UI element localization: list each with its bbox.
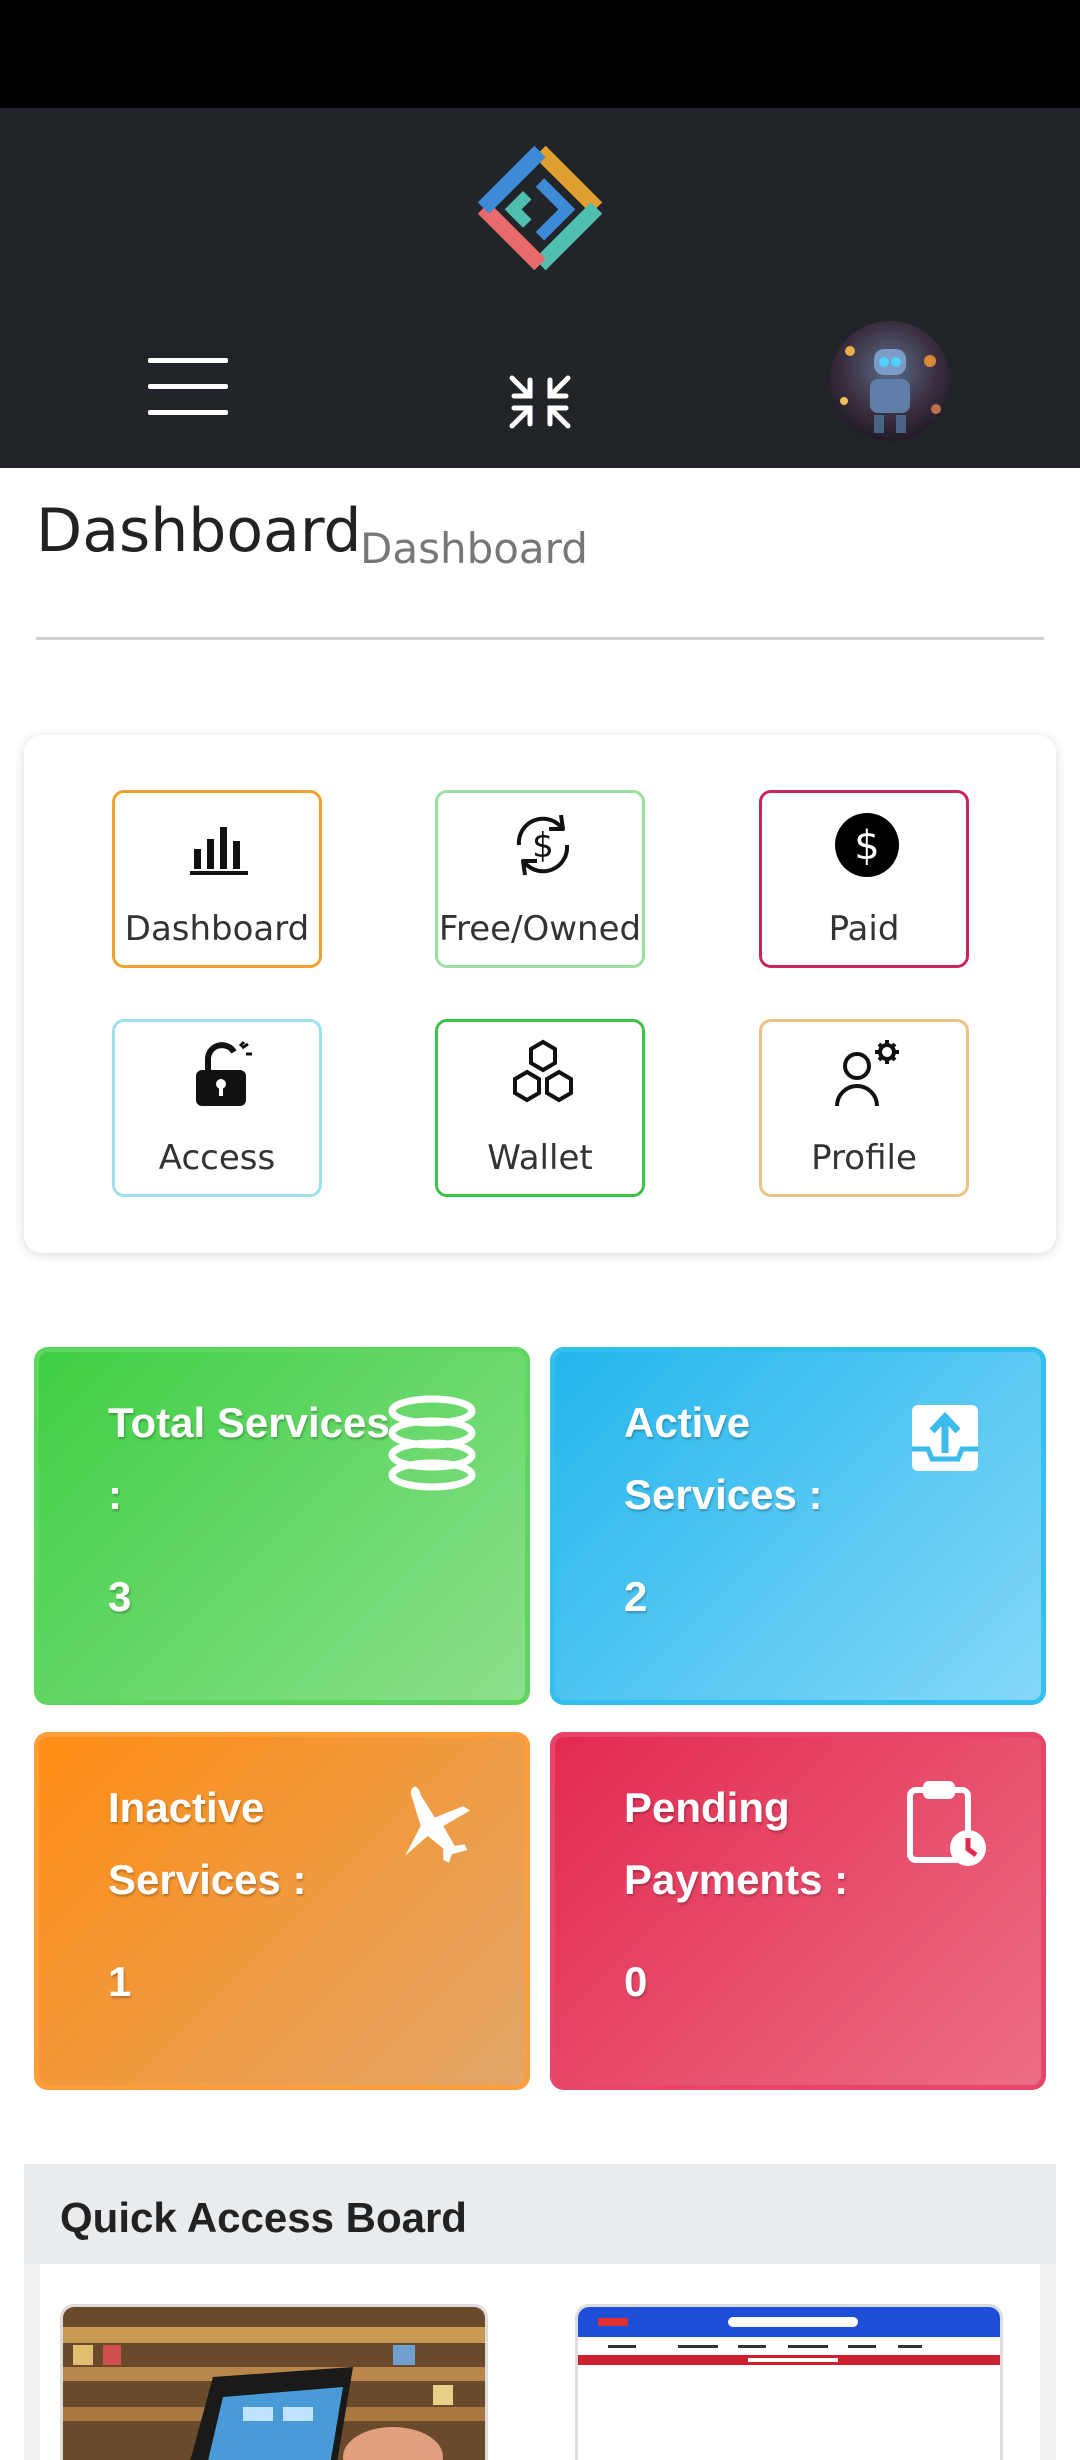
nav-tile-label: Profile <box>811 1138 917 1178</box>
top-navbar <box>0 108 1080 468</box>
svg-text:$: $ <box>532 826 554 866</box>
nav-tile-label: Dashboard <box>124 909 310 949</box>
breadcrumb: Dashboard <box>360 524 588 573</box>
stat-value: 2 <box>624 1573 648 1620</box>
page-title: Dashboard <box>36 496 362 566</box>
collapse-fullscreen-icon[interactable] <box>500 360 580 440</box>
stat-label: Active Services : <box>624 1399 823 1518</box>
quick-access-thumbnail-pos[interactable] <box>60 2304 488 2460</box>
stat-label: Inactive Services : <box>108 1784 307 1903</box>
quick-access-body <box>40 2264 1040 2460</box>
brand-logo-icon[interactable] <box>460 128 620 288</box>
nav-tile-wallet[interactable]: Wallet <box>435 1019 645 1197</box>
airplane-icon <box>382 1776 482 1876</box>
nav-tile-paid[interactable]: $ Paid <box>759 790 969 968</box>
nav-tile-label: Wallet <box>487 1138 593 1178</box>
quick-access-title: Quick Access Board <box>60 2194 467 2241</box>
quick-access-panel: Quick Access Board <box>24 2164 1056 2460</box>
bar-chart-icon <box>180 805 260 885</box>
clipboard-clock-icon <box>898 1776 998 1876</box>
dollar-refresh-icon: $ <box>503 805 583 885</box>
stat-card-total-services[interactable]: Total Services : 3 <box>34 1347 530 1705</box>
nav-tile-dashboard[interactable]: Dashboard <box>112 790 322 968</box>
page-header: Dashboard Dashboard <box>36 490 1044 640</box>
nav-tile-access[interactable]: Access <box>112 1019 322 1197</box>
database-icon <box>382 1391 482 1491</box>
hamburger-menu-icon[interactable] <box>140 348 236 424</box>
stat-value: 0 <box>624 1958 648 2005</box>
quick-access-thumbnail-store[interactable] <box>575 2304 1003 2460</box>
nav-tile-label: Free/Owned <box>438 909 642 949</box>
svg-text:$: $ <box>854 823 879 869</box>
dollar-circle-icon: $ <box>827 805 907 885</box>
nav-tile-label: Paid <box>828 909 900 949</box>
quick-access-header: Quick Access Board <box>24 2164 1056 2264</box>
stat-value: 1 <box>108 1958 132 2005</box>
user-avatar[interactable] <box>830 321 950 441</box>
user-gear-icon <box>827 1034 907 1114</box>
stat-value: 3 <box>108 1573 132 1620</box>
hexagons-icon <box>503 1034 583 1114</box>
stat-card-inactive-services[interactable]: Inactive Services : 1 <box>34 1732 530 2090</box>
nav-tile-label: Access <box>158 1138 276 1178</box>
nav-tile-free-owned[interactable]: $ Free/Owned <box>435 790 645 968</box>
unlock-icon <box>180 1034 260 1114</box>
stat-card-pending-payments[interactable]: Pending Payments : 0 <box>550 1732 1046 2090</box>
nav-tile-profile[interactable]: Profile <box>759 1019 969 1197</box>
stat-label: Total Services : <box>108 1399 390 1518</box>
status-bar <box>0 0 1080 108</box>
upload-tray-icon <box>898 1391 998 1491</box>
stat-card-active-services[interactable]: Active Services : 2 <box>550 1347 1046 1705</box>
stat-label: Pending Payments : <box>624 1784 849 1903</box>
quick-nav-card: Dashboard $ Free/Owned $ Paid Access Wal… <box>24 735 1056 1253</box>
